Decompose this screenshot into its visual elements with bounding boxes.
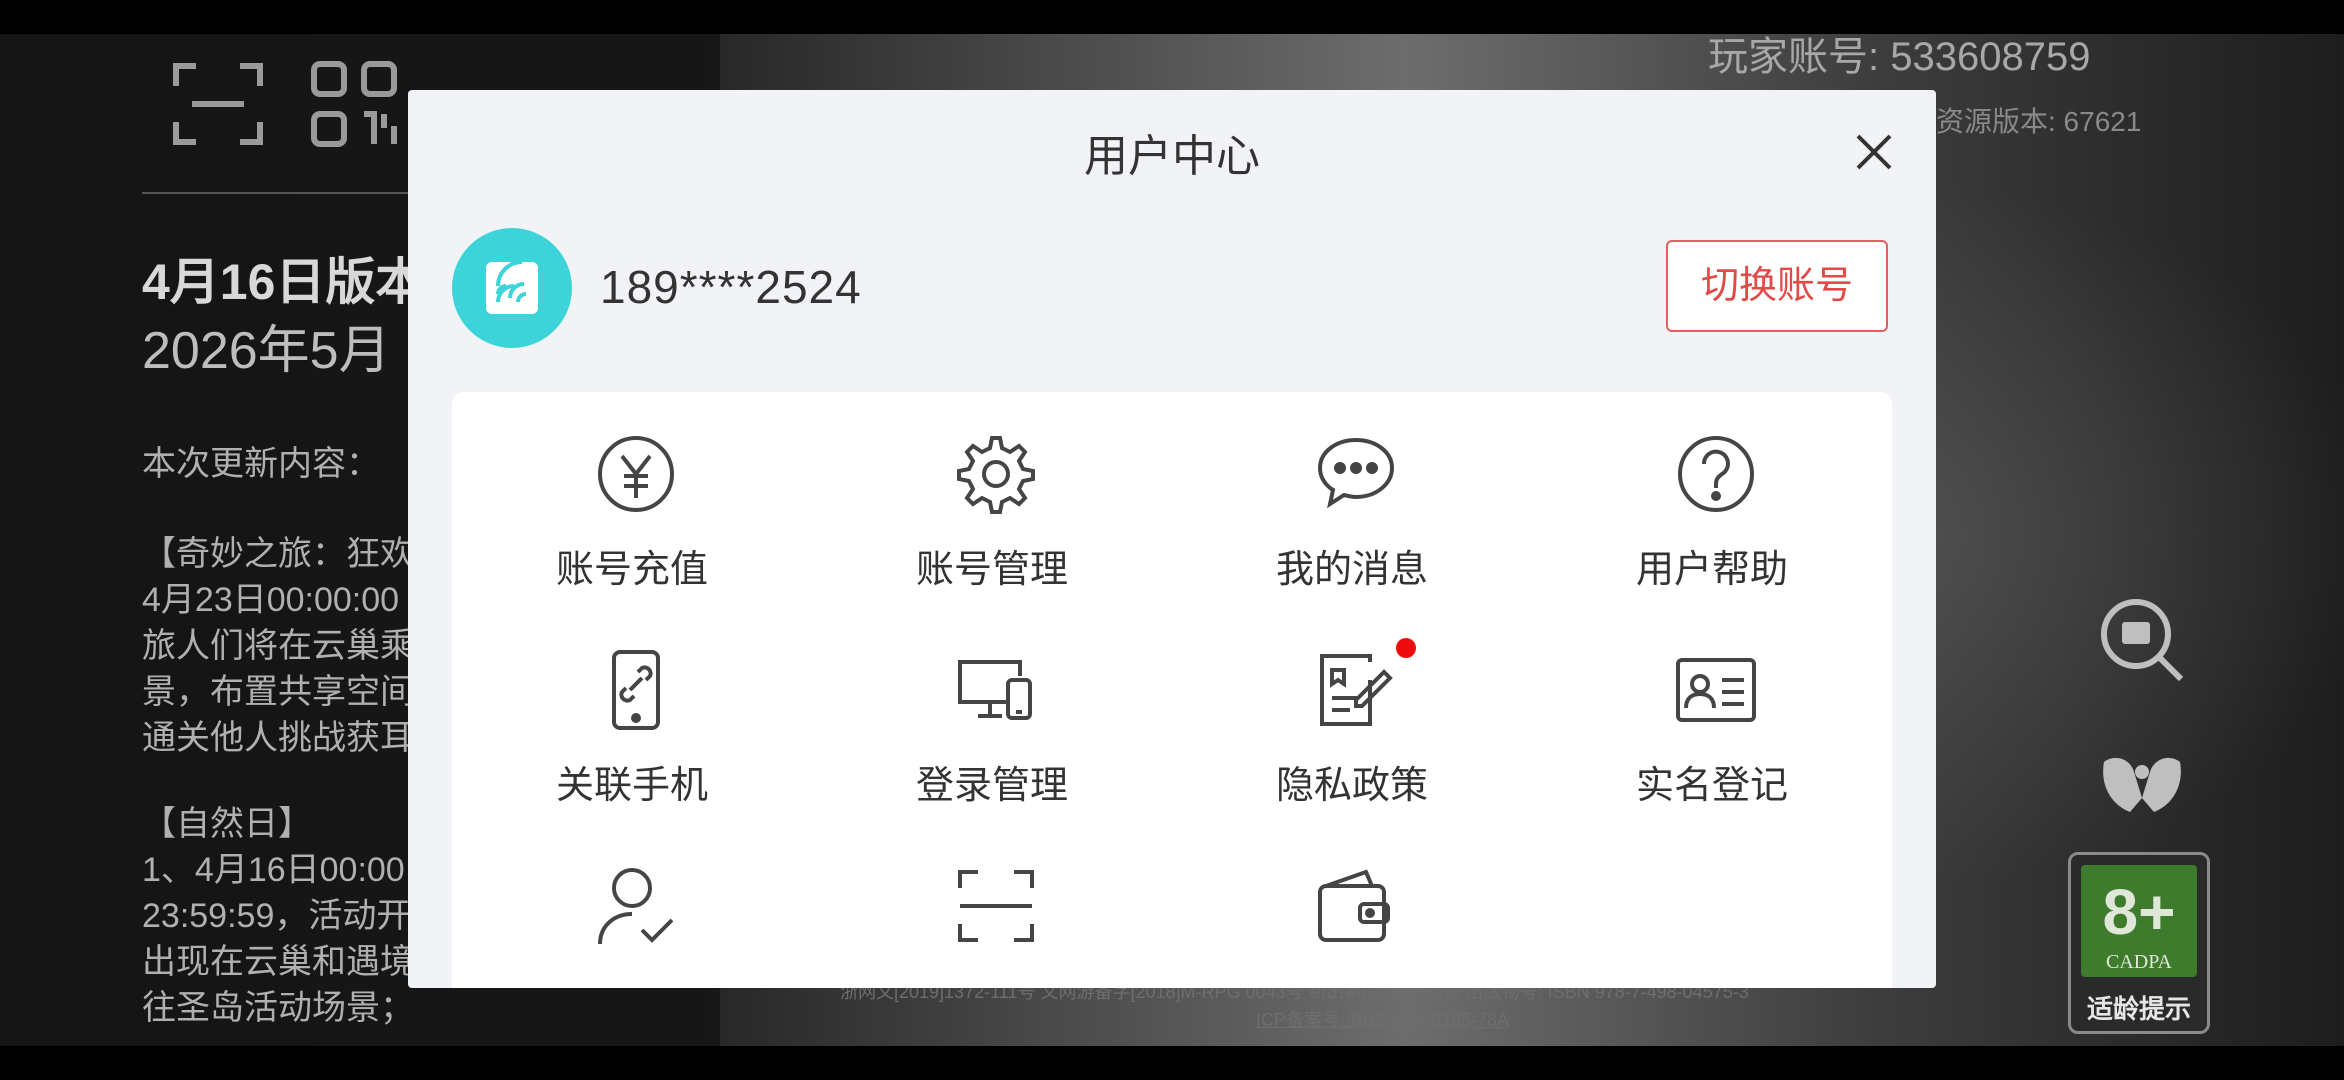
user-center-dialog: 用户中心 189****2524 切换账号 账号充值 账号管理 我的消息 用户帮… xyxy=(408,90,1936,988)
menu-item-label: 实名登记 xyxy=(1635,765,1788,807)
menu-item-label: 账号充值 xyxy=(555,549,708,591)
menu-item-account-management[interactable]: 账号管理 xyxy=(812,434,1172,624)
menu-item-real-name[interactable]: 实名登记 xyxy=(1532,650,1892,840)
top-left-toolbar xyxy=(170,56,402,152)
bottom-black-bar xyxy=(0,1046,2344,1080)
menu-item-label: 我的消息 xyxy=(1275,549,1428,591)
user-phone: 189****2524 xyxy=(600,261,862,313)
scan-icon[interactable] xyxy=(170,56,266,152)
age-rating-value: 8+ xyxy=(2102,876,2176,948)
update-line: 【奇妙之旅：狂欢 xyxy=(142,535,414,573)
resource-version: 资源版本: 67621 xyxy=(1936,106,2142,137)
icp-link[interactable]: ICP备案号:浙B2-20090185-78A xyxy=(1256,1006,1509,1032)
menu-item-label: 隐私政策 xyxy=(1275,765,1428,807)
menu-grid: 账号充值 账号管理 我的消息 用户帮助 关联手机 登录管理 隐私政策 实名登记 xyxy=(452,392,1892,988)
menu-item-link-phone[interactable]: 关联手机 xyxy=(452,650,812,840)
id-card-icon xyxy=(1676,658,1756,722)
menu-item-label: 关联手机 xyxy=(555,765,708,807)
age-rating-org: CADPA xyxy=(2106,951,2172,973)
scan-icon xyxy=(958,870,1034,942)
user-check-icon xyxy=(598,868,674,945)
menu-item-recharge[interactable]: 账号充值 xyxy=(452,434,812,624)
notice-search-icon[interactable] xyxy=(2096,594,2188,686)
menu-item-login-management[interactable]: 登录管理 xyxy=(812,650,1172,840)
age-rating-badge[interactable]: 8+ CADPA 适龄提示 xyxy=(2068,852,2210,1034)
avatar xyxy=(452,228,572,348)
menu-item-scan[interactable] xyxy=(812,866,1172,988)
update-line: 旅人们将在云巢乘 xyxy=(142,627,414,665)
avatar-app-icon xyxy=(486,260,538,314)
content-header: 本次更新内容： xyxy=(142,445,380,483)
update-line: 4月23日00:00:00 xyxy=(142,581,400,619)
menu-item-label: 登录管理 xyxy=(915,765,1068,807)
chat-bubble-icon xyxy=(1317,437,1395,509)
phone-link-icon xyxy=(612,650,660,730)
menu-item-wallet[interactable] xyxy=(1172,866,1532,988)
dialog-title: 用户中心 xyxy=(1084,132,1260,181)
menu-item-label: 用户帮助 xyxy=(1635,549,1788,591)
age-rating-tip: 适龄提示 xyxy=(2086,994,2191,1024)
menu-item-user-help[interactable]: 用户帮助 xyxy=(1532,434,1892,624)
update-line: 【自然日】 xyxy=(142,805,312,843)
switch-account-button[interactable]: 切换账号 xyxy=(1666,240,1888,332)
devices-icon xyxy=(958,660,1032,720)
menu-item-label: 账号管理 xyxy=(915,549,1068,591)
update-line: 通关他人挑战获耳 xyxy=(142,719,414,757)
player-account-id: 玩家账号: 533608759 xyxy=(1708,35,2091,79)
update-line: 往圣岛活动场景； xyxy=(142,989,414,1027)
menu-item-my-messages[interactable]: 我的消息 xyxy=(1172,434,1532,624)
update-line: 23:59:59，活动开 xyxy=(142,897,411,935)
qr-code-icon[interactable] xyxy=(306,56,402,152)
update-line: 出现在云巢和遇境 xyxy=(142,943,414,981)
update-title: 4月16日版本 xyxy=(142,254,426,310)
update-line: 景，布置共享空间 xyxy=(142,673,414,711)
guardian-icon[interactable] xyxy=(2096,732,2188,824)
question-icon xyxy=(1678,436,1754,512)
age-rating-panel: 8+ CADPA xyxy=(2081,865,2197,977)
notification-badge xyxy=(1396,638,1416,658)
yuan-icon xyxy=(598,436,674,512)
menu-item-user-verify[interactable] xyxy=(452,866,812,988)
gear-icon xyxy=(957,436,1035,514)
close-icon[interactable] xyxy=(1848,126,1900,178)
update-line: 1、4月16日00:00 xyxy=(142,851,405,889)
wallet-icon xyxy=(1318,869,1390,942)
update-date: 2026年5月 xyxy=(142,322,391,380)
menu-item-privacy-policy[interactable]: 隐私政策 xyxy=(1172,638,1532,840)
document-edit-icon xyxy=(1320,654,1393,726)
